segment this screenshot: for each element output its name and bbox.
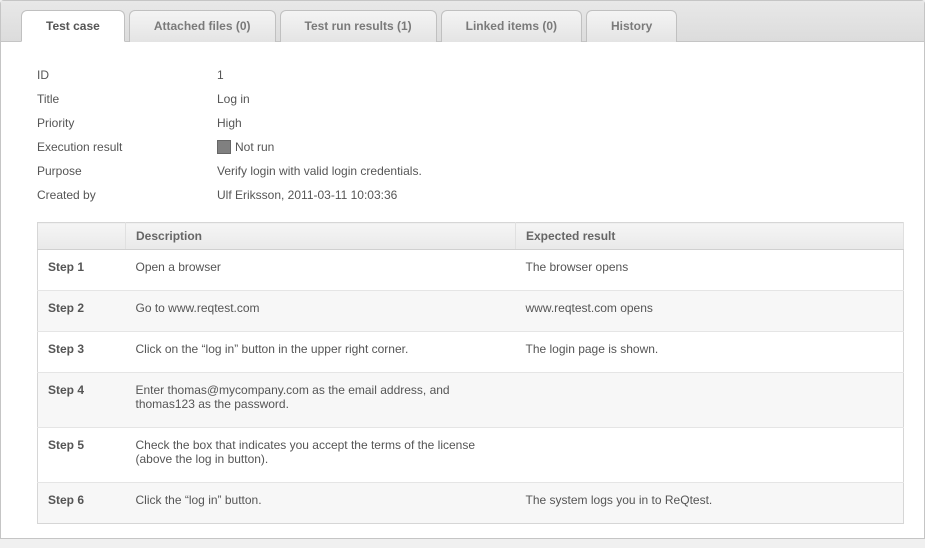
field-execution-value: Not run — [217, 138, 274, 156]
step-number: Step 5 — [38, 428, 126, 483]
table-row: Step 5 Check the box that indicates you … — [38, 428, 904, 483]
field-purpose: Purpose Verify login with valid login cr… — [37, 162, 904, 180]
field-execution-result: Execution result Not run — [37, 138, 904, 156]
table-row: Step 2 Go to www.reqtest.com www.reqtest… — [38, 291, 904, 332]
field-execution-label: Execution result — [37, 138, 217, 156]
col-step — [38, 223, 126, 250]
step-expected — [516, 428, 904, 483]
field-created-by: Created by Ulf Eriksson, 2011-03-11 10:0… — [37, 186, 904, 204]
step-description: Open a browser — [126, 250, 516, 291]
steps-body: Step 1 Open a browser The browser opens … — [38, 250, 904, 524]
status-not-run-icon — [217, 140, 231, 154]
test-case-content: ID 1 Title Log in Priority High Executio… — [1, 42, 924, 538]
field-execution-text: Not run — [235, 140, 274, 154]
step-number: Step 4 — [38, 373, 126, 428]
field-title: Title Log in — [37, 90, 904, 108]
step-number: Step 3 — [38, 332, 126, 373]
step-expected — [516, 373, 904, 428]
steps-table: Description Expected result Step 1 Open … — [37, 222, 904, 524]
tab-test-case[interactable]: Test case — [21, 10, 125, 42]
field-priority: Priority High — [37, 114, 904, 132]
step-expected: The system logs you in to ReQtest. — [516, 483, 904, 524]
steps-header-row: Description Expected result — [38, 223, 904, 250]
col-description: Description — [126, 223, 516, 250]
tab-test-run-results[interactable]: Test run results (1) — [280, 10, 437, 42]
field-id-label: ID — [37, 66, 217, 84]
tab-linked-items[interactable]: Linked items (0) — [441, 10, 582, 42]
tab-attached-files[interactable]: Attached files (0) — [129, 10, 276, 42]
step-description: Enter thomas@mycompany.com as the email … — [126, 373, 516, 428]
col-expected-result: Expected result — [516, 223, 904, 250]
table-row: Step 4 Enter thomas@mycompany.com as the… — [38, 373, 904, 428]
field-created-label: Created by — [37, 186, 217, 204]
field-title-value: Log in — [217, 90, 250, 108]
step-number: Step 6 — [38, 483, 126, 524]
table-row: Step 3 Click on the “log in” button in t… — [38, 332, 904, 373]
tab-history[interactable]: History — [586, 10, 677, 42]
step-expected: The browser opens — [516, 250, 904, 291]
table-row: Step 1 Open a browser The browser opens — [38, 250, 904, 291]
field-id-value: 1 — [217, 66, 224, 84]
tab-bar: Test case Attached files (0) Test run re… — [1, 1, 924, 42]
step-description: Click on the “log in” button in the uppe… — [126, 332, 516, 373]
field-priority-label: Priority — [37, 114, 217, 132]
table-row: Step 6 Click the “log in” button. The sy… — [38, 483, 904, 524]
field-priority-value: High — [217, 114, 242, 132]
test-case-panel: Test case Attached files (0) Test run re… — [0, 0, 925, 539]
step-description: Go to www.reqtest.com — [126, 291, 516, 332]
field-purpose-value: Verify login with valid login credential… — [217, 162, 422, 180]
step-number: Step 2 — [38, 291, 126, 332]
field-created-value: Ulf Eriksson, 2011-03-11 10:03:36 — [217, 186, 397, 204]
step-expected: The login page is shown. — [516, 332, 904, 373]
field-id: ID 1 — [37, 66, 904, 84]
step-expected: www.reqtest.com opens — [516, 291, 904, 332]
step-number: Step 1 — [38, 250, 126, 291]
field-title-label: Title — [37, 90, 217, 108]
field-purpose-label: Purpose — [37, 162, 217, 180]
step-description: Check the box that indicates you accept … — [126, 428, 516, 483]
step-description: Click the “log in” button. — [126, 483, 516, 524]
